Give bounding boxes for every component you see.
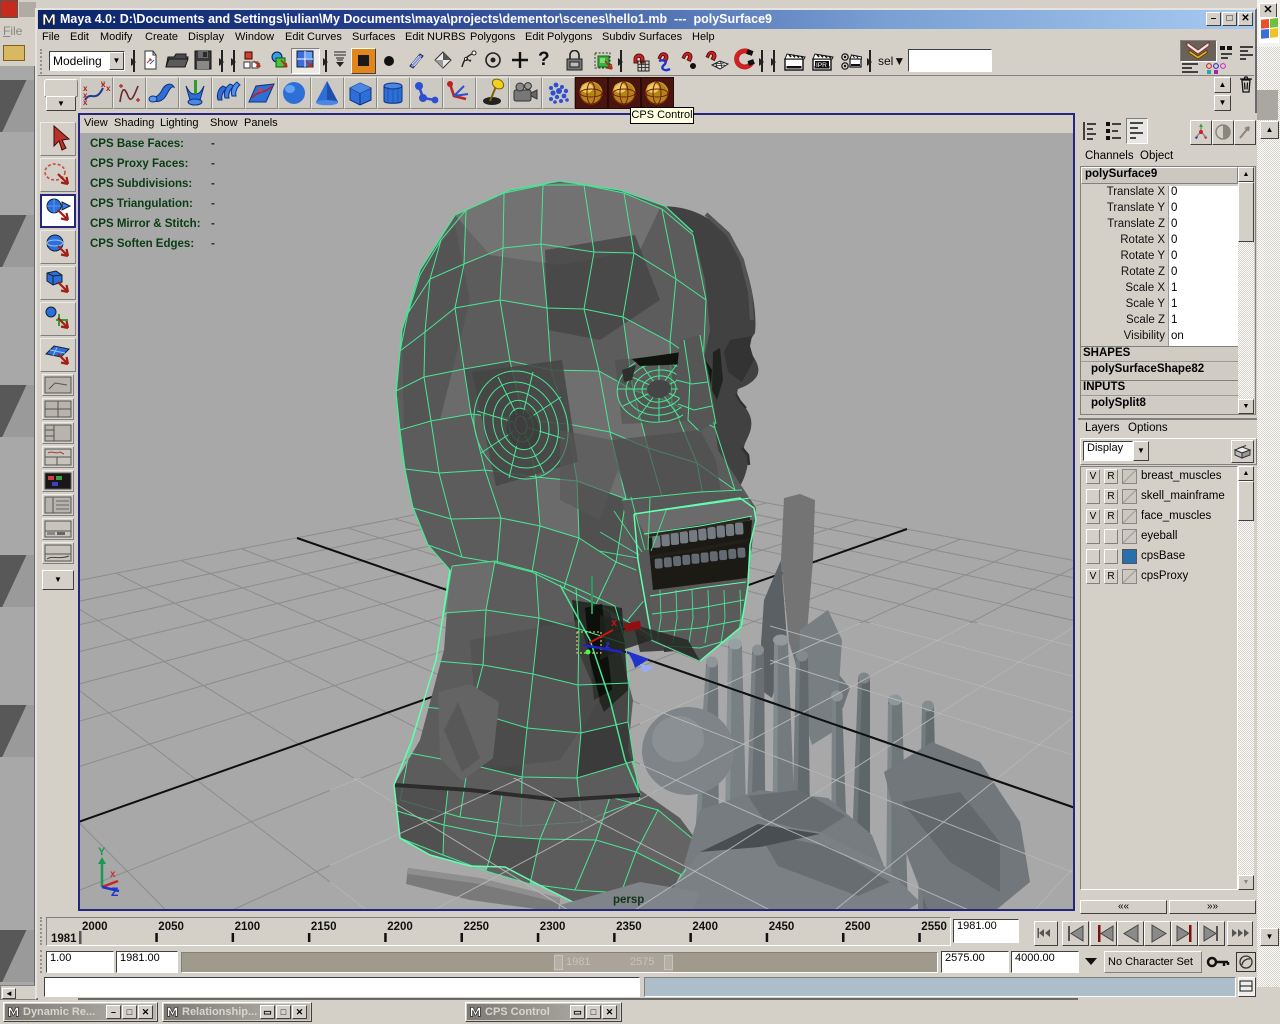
svg-text:2500: 2500 — [845, 921, 871, 933]
svg-text:2450: 2450 — [769, 921, 795, 933]
svg-text:2200: 2200 — [387, 921, 413, 933]
svg-text:x: x — [83, 98, 88, 107]
svg-text:2050: 2050 — [158, 921, 184, 933]
svg-text:1981: 1981 — [51, 933, 77, 945]
svg-text:Y: Y — [98, 846, 106, 858]
svg-text:IPR: IPR — [816, 62, 827, 69]
svg-text:2300: 2300 — [540, 921, 566, 933]
svg-text:z: z — [605, 640, 610, 651]
svg-text:2350: 2350 — [616, 921, 642, 933]
svg-text:x: x — [110, 869, 116, 880]
svg-text:Z: Z — [111, 885, 118, 899]
svg-text:2550: 2550 — [921, 921, 947, 933]
svg-text:2000: 2000 — [82, 921, 108, 933]
svg-text:u: u — [101, 80, 105, 87]
svg-text:x: x — [611, 617, 618, 629]
svg-text:2150: 2150 — [311, 921, 337, 933]
svg-text:2250: 2250 — [464, 921, 490, 933]
svg-text:2100: 2100 — [235, 921, 261, 933]
svg-text:2400: 2400 — [692, 921, 718, 933]
svg-text:x: x — [106, 84, 111, 93]
